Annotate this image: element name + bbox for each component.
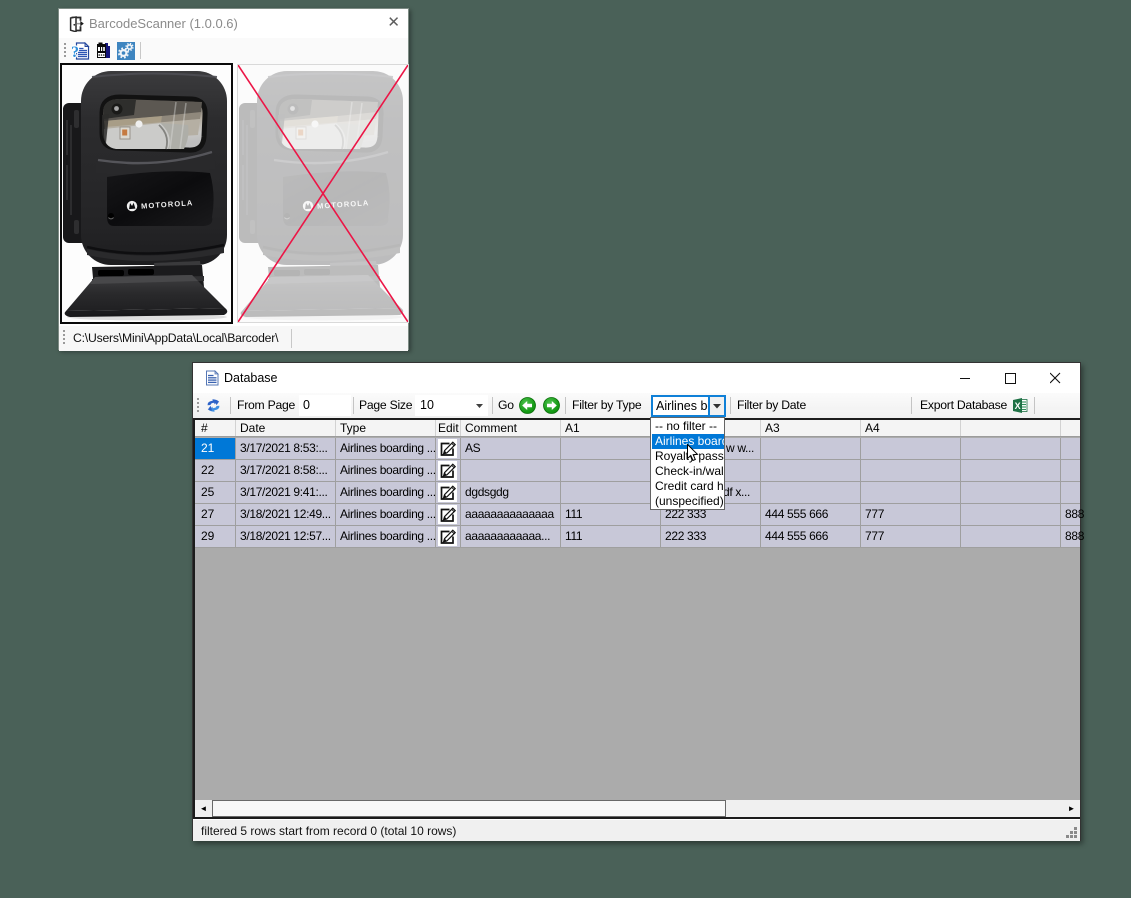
svg-text:?: ?	[72, 44, 79, 60]
svg-text:X: X	[1015, 401, 1021, 411]
